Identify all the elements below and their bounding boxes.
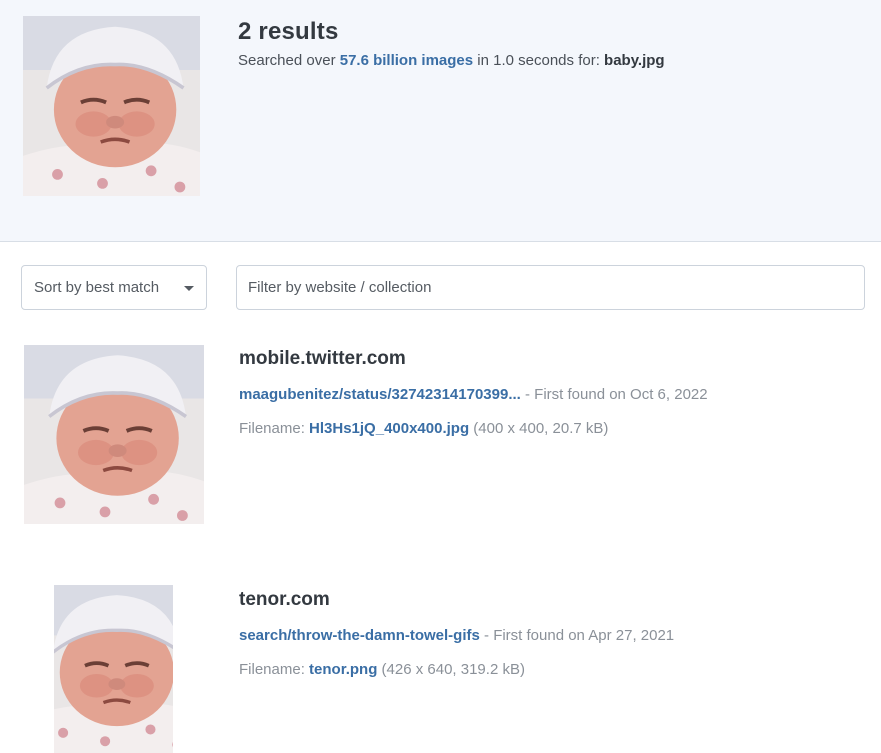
result-source-line: search/throw-the-damn-towel-gifs - First… bbox=[239, 627, 674, 644]
baby-photo-image bbox=[23, 16, 200, 196]
sort-dropdown-label: Sort by best match bbox=[34, 279, 160, 296]
result-source-line: maagubenitez/status/32742314170399... - … bbox=[239, 386, 708, 403]
result-thumbnail[interactable] bbox=[54, 585, 173, 753]
filter-input[interactable] bbox=[236, 265, 865, 310]
file-info: (400 x 400, 20.7 kB) bbox=[469, 420, 609, 437]
baby-photo-image bbox=[24, 345, 204, 524]
result-filename-line: Filename: Hl3Hs1jQ_400x400.jpg (400 x 40… bbox=[239, 420, 608, 437]
summary-prefix: Searched over bbox=[238, 52, 340, 69]
filename-link[interactable]: tenor.png bbox=[309, 661, 377, 678]
result-item: mobile.twitter.com maagubenitez/status/3… bbox=[0, 345, 881, 525]
filename-link[interactable]: Hl3Hs1jQ_400x400.jpg bbox=[309, 420, 469, 437]
filename-label: Filename: bbox=[239, 420, 310, 437]
chevron-down-icon bbox=[184, 286, 194, 291]
result-domain: mobile.twitter.com bbox=[239, 348, 406, 369]
query-filename: baby.jpg bbox=[604, 52, 665, 69]
result-thumbnail[interactable] bbox=[24, 345, 204, 524]
search-summary: Searched over 57.6 billion images in 1.0… bbox=[238, 52, 665, 69]
results-count: 2 results bbox=[238, 18, 339, 45]
result-domain: tenor.com bbox=[239, 589, 330, 610]
first-found-text: - First found on Apr 27, 2021 bbox=[479, 627, 675, 644]
file-info: (426 x 640, 319.2 kB) bbox=[377, 661, 525, 678]
summary-middle: in 1.0 seconds for: bbox=[473, 52, 605, 69]
sort-dropdown[interactable]: Sort by best match bbox=[21, 265, 207, 310]
baby-photo-image bbox=[54, 585, 173, 753]
result-path-link[interactable]: search/throw-the-damn-towel-gifs bbox=[239, 627, 480, 644]
filename-label: Filename: bbox=[239, 661, 310, 678]
query-image-thumbnail[interactable] bbox=[23, 16, 200, 196]
results-header: 2 results Searched over 57.6 billion ima… bbox=[0, 0, 881, 242]
result-filename-line: Filename: tenor.png (426 x 640, 319.2 kB… bbox=[239, 661, 525, 678]
first-found-text: - First found on Oct 6, 2022 bbox=[520, 386, 708, 403]
result-path-link[interactable]: maagubenitez/status/32742314170399... bbox=[239, 386, 521, 403]
images-count-link[interactable]: 57.6 billion images bbox=[340, 52, 473, 69]
result-item: tenor.com search/throw-the-damn-towel-gi… bbox=[0, 585, 881, 753]
